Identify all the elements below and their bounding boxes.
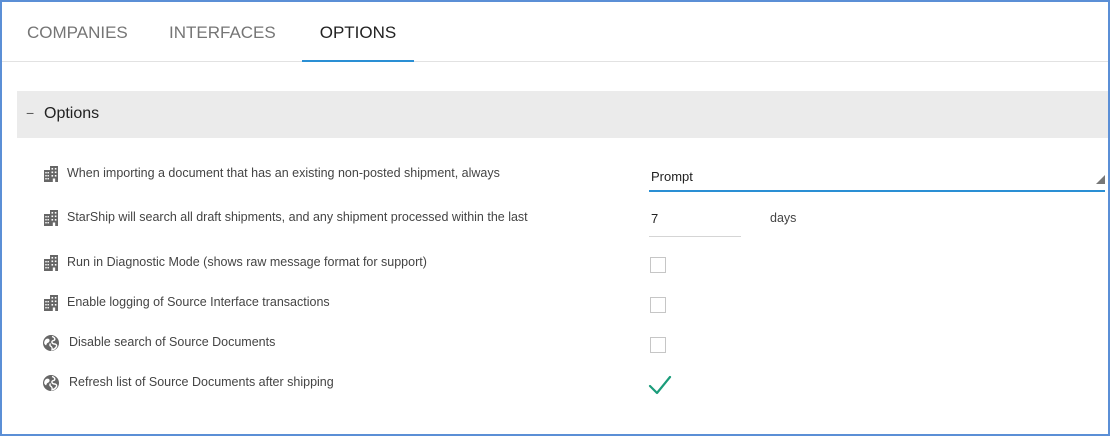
diagnostic-mode-label: Run in Diagnostic Mode (shows raw messag… xyxy=(67,255,427,269)
check-icon xyxy=(648,375,672,395)
search-days-value: 7 xyxy=(651,211,659,226)
tab-companies[interactable]: COMPANIES xyxy=(27,2,128,61)
building-icon xyxy=(44,166,58,182)
options-section-header[interactable]: − Options xyxy=(17,91,1108,138)
option-row-diagnostic-mode: Run in Diagnostic Mode (shows raw messag… xyxy=(2,252,1108,276)
diagnostic-mode-checkbox[interactable] xyxy=(650,257,666,273)
import-behavior-select[interactable]: Prompt xyxy=(649,162,1105,192)
search-days-label: StarShip will search all draft shipments… xyxy=(67,210,528,224)
collapse-icon[interactable]: − xyxy=(26,105,34,121)
globe-icon xyxy=(43,375,59,391)
days-unit-label: days xyxy=(770,211,797,225)
refresh-list-label: Refresh list of Source Documents after s… xyxy=(69,375,334,389)
building-icon xyxy=(44,210,58,226)
tab-interfaces[interactable]: INTERFACES xyxy=(169,2,276,61)
dropdown-arrow-icon[interactable] xyxy=(1096,175,1105,184)
tab-options[interactable]: OPTIONS xyxy=(302,2,414,62)
import-behavior-value: Prompt xyxy=(651,169,693,184)
logging-checkbox[interactable] xyxy=(650,297,666,313)
logging-label: Enable logging of Source Interface trans… xyxy=(67,295,330,309)
building-icon xyxy=(44,255,58,271)
import-behavior-label: When importing a document that has an ex… xyxy=(67,166,500,180)
tab-bar: COMPANIES INTERFACES OPTIONS xyxy=(2,2,1108,62)
option-row-disable-search: Disable search of Source Documents xyxy=(2,332,1108,356)
disable-search-label: Disable search of Source Documents xyxy=(69,335,276,349)
refresh-list-checkbox-checked[interactable] xyxy=(647,373,673,397)
disable-search-checkbox[interactable] xyxy=(650,337,666,353)
option-row-logging: Enable logging of Source Interface trans… xyxy=(2,292,1108,316)
building-icon xyxy=(44,295,58,311)
search-days-input[interactable]: 7 xyxy=(649,205,741,237)
section-title: Options xyxy=(44,105,100,122)
globe-icon xyxy=(43,335,59,351)
option-row-refresh-list: Refresh list of Source Documents after s… xyxy=(2,372,1108,396)
options-panel: COMPANIES INTERFACES OPTIONS − Options W… xyxy=(0,0,1110,436)
option-row-search-days: StarShip will search all draft shipments… xyxy=(2,207,1108,231)
